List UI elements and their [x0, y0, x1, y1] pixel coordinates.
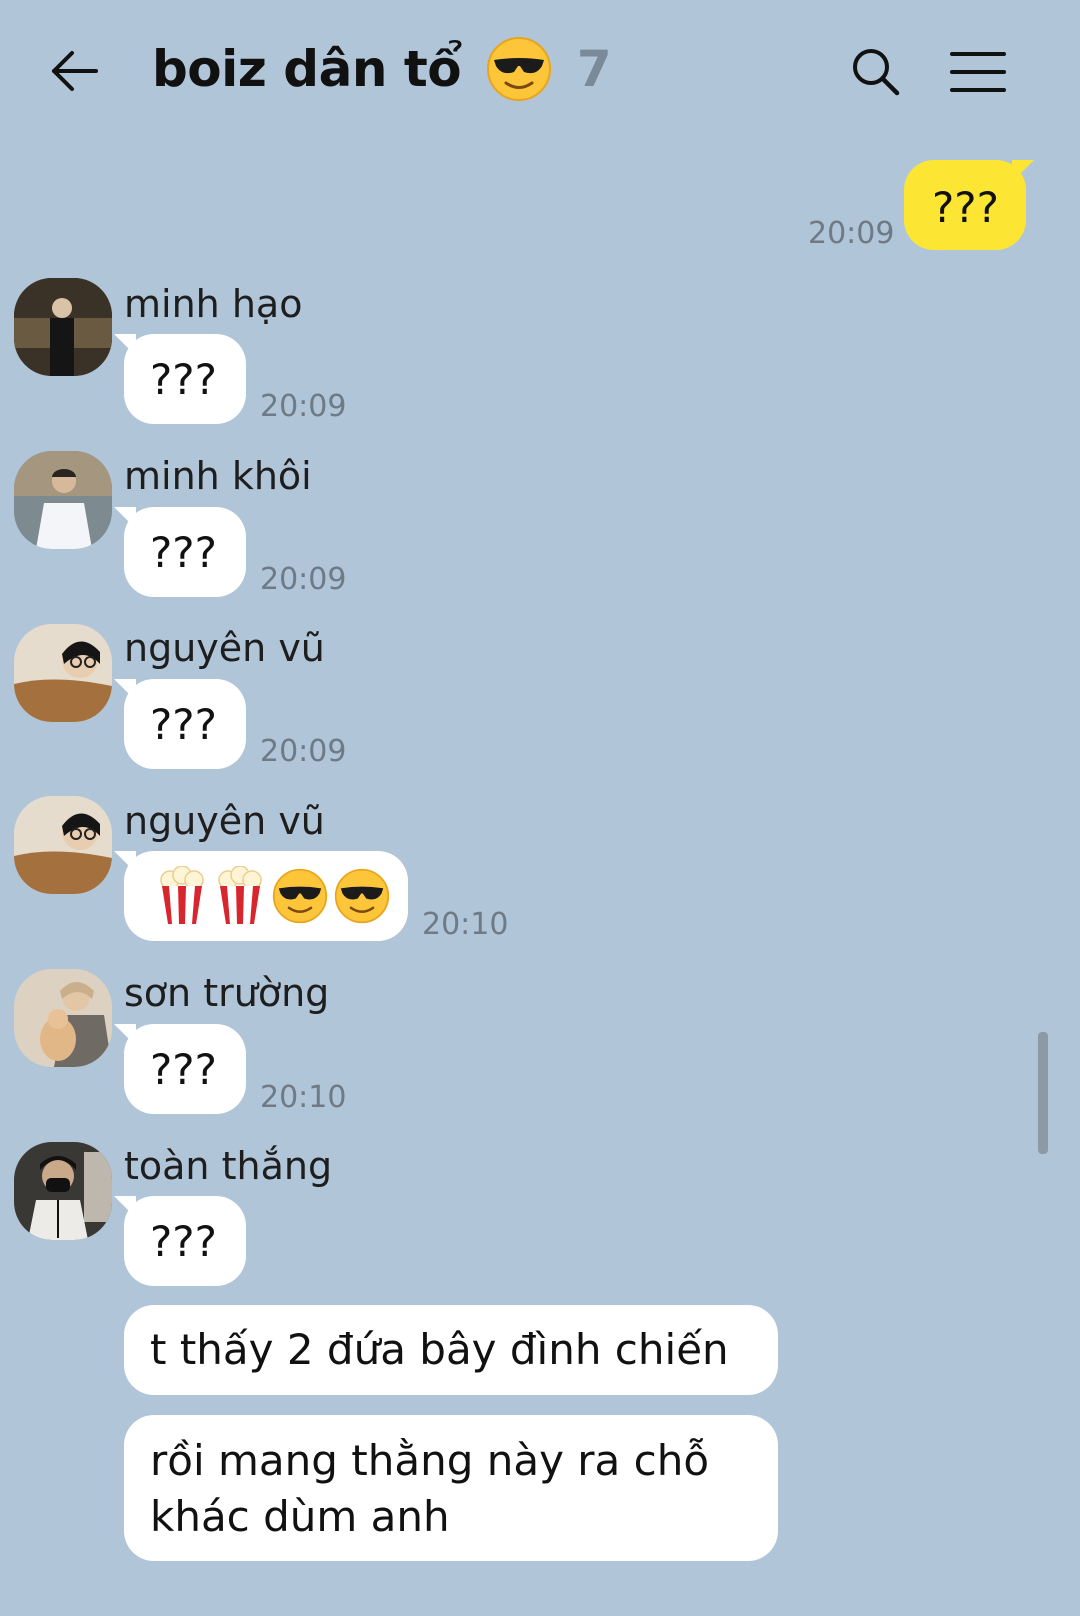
avatar[interactable]	[14, 969, 112, 1067]
message-text: t thấy 2 đứa bây đình chiến	[150, 1325, 729, 1374]
message-text: ???	[150, 355, 217, 404]
search-button[interactable]	[850, 46, 902, 98]
message-time: 20:10	[422, 907, 509, 942]
message-text: ???	[150, 1045, 217, 1094]
message-text: ???	[150, 700, 217, 749]
back-arrow-icon	[52, 51, 98, 91]
sender-name: minh khôi	[124, 454, 312, 498]
avatar-image	[14, 624, 112, 722]
popcorn-icon	[218, 866, 262, 924]
message-text-line: rồi mang thằng này ra chỗ	[150, 1436, 710, 1485]
avatar[interactable]	[14, 1142, 112, 1240]
popcorn-icon	[160, 866, 204, 924]
chat-header: boiz dân tổ 7	[0, 0, 1048, 140]
message-time: 20:09	[260, 734, 347, 769]
avatar[interactable]	[14, 451, 112, 549]
avatar[interactable]	[14, 796, 112, 894]
incoming-message-bubble[interactable]: ???	[114, 507, 246, 597]
chat-title-text: boiz dân tổ	[152, 40, 462, 98]
incoming-message-bubble[interactable]: t thấy 2 đứa bây đình chiến	[124, 1305, 778, 1395]
incoming-message-bubble[interactable]: ???	[114, 1196, 246, 1286]
message-text-line: khác dùm anh	[150, 1492, 450, 1541]
emoji-row	[124, 851, 408, 941]
chat-title: boiz dân tổ 7	[152, 36, 612, 102]
back-button[interactable]	[50, 46, 100, 96]
message-time: 20:09	[260, 389, 347, 424]
sunglasses-face-icon	[487, 36, 551, 101]
message-text: ???	[932, 183, 999, 232]
sunglasses-face-icon	[272, 868, 328, 924]
incoming-message-bubble[interactable]: ???	[114, 334, 246, 424]
search-icon	[853, 49, 900, 96]
avatar-image	[14, 969, 112, 1067]
sunglasses-face-icon	[334, 868, 390, 924]
sender-name: sơn trường	[124, 971, 330, 1015]
avatar-image	[14, 1142, 112, 1240]
message-time: 20:09	[260, 562, 347, 597]
message-time: 20:09	[808, 216, 895, 251]
avatar-image	[14, 451, 112, 549]
message-time: 20:10	[260, 1080, 347, 1115]
sender-name: minh hạo	[124, 282, 303, 326]
sender-name: toàn thắng	[124, 1144, 333, 1188]
incoming-message-bubble[interactable]: ???	[114, 1024, 246, 1114]
sender-name: nguyên vũ	[124, 799, 325, 843]
incoming-message-bubble[interactable]: rồi mang thằng này ra chỗ khác dùm anh	[124, 1415, 778, 1561]
avatar-image	[14, 796, 112, 894]
hamburger-menu-icon	[950, 52, 1006, 92]
outgoing-message-bubble[interactable]: ???	[904, 160, 1034, 250]
avatar-image	[14, 278, 112, 376]
message-text: ???	[150, 1217, 217, 1266]
message-text: ???	[150, 528, 217, 577]
scrollbar[interactable]	[1038, 1032, 1048, 1154]
incoming-emoji-message-bubble[interactable]	[114, 851, 408, 941]
menu-button[interactable]	[950, 50, 1006, 94]
incoming-message-bubble[interactable]: ???	[114, 679, 246, 769]
avatar[interactable]	[14, 278, 112, 376]
member-count: 7	[576, 40, 612, 98]
sender-name: nguyên vũ	[124, 626, 325, 670]
avatar[interactable]	[14, 624, 112, 722]
